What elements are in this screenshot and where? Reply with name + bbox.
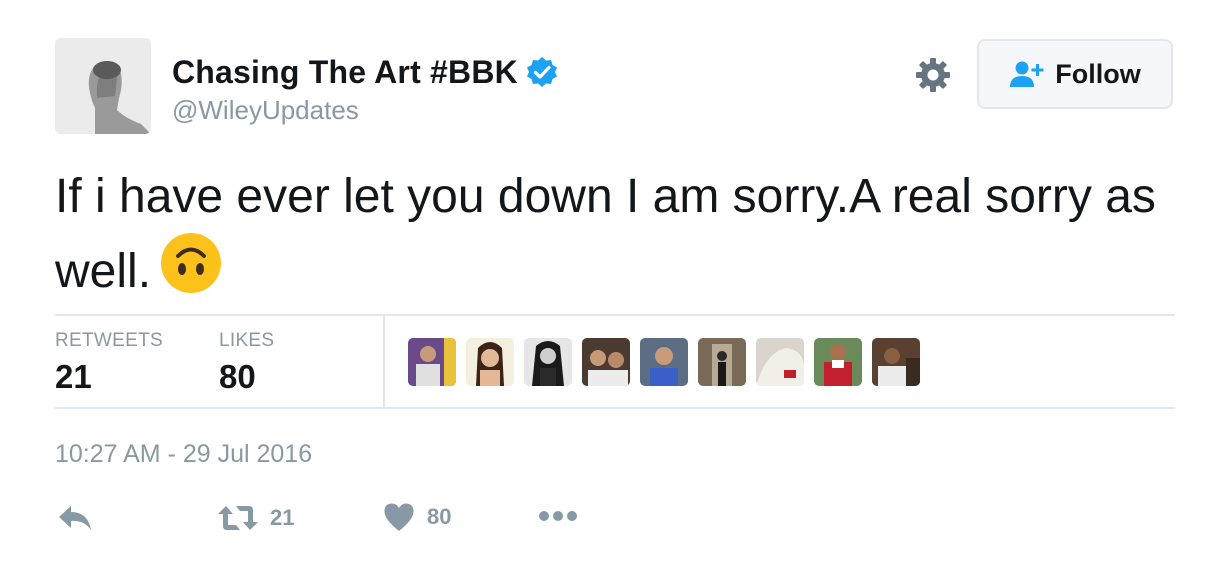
follow-user-icon: [1010, 61, 1044, 87]
liker-avatar[interactable]: [524, 338, 572, 386]
like-action-count: 80: [427, 504, 452, 529]
upside-down-face-emoji-icon: [161, 233, 222, 293]
likes-count[interactable]: 80: [219, 358, 256, 396]
more-button[interactable]: [538, 510, 578, 522]
reply-icon: [59, 506, 91, 530]
liker-avatar[interactable]: [640, 338, 688, 386]
retweet-icon: [218, 506, 258, 530]
liker-avatars: [408, 338, 920, 386]
retweets-count[interactable]: 21: [55, 358, 92, 396]
like-button[interactable]: 80: [383, 502, 451, 532]
follow-button[interactable]: Follow: [977, 39, 1173, 109]
retweet-action-count: 21: [270, 505, 295, 530]
liker-avatar[interactable]: [756, 338, 804, 386]
liker-avatar[interactable]: [582, 338, 630, 386]
author-avatar-image: [55, 38, 151, 134]
heart-icon: [384, 503, 414, 531]
author-avatar[interactable]: [55, 38, 151, 134]
retweets-label[interactable]: RETWEETS: [55, 330, 163, 352]
tweet-text: If i have ever let you down I am sorry.A…: [55, 162, 1185, 306]
liker-avatar[interactable]: [814, 338, 862, 386]
liker-avatar[interactable]: [698, 338, 746, 386]
author-handle[interactable]: @WileyUpdates: [172, 95, 359, 126]
verified-badge-icon: [526, 57, 557, 87]
stats-vertical-divider: [383, 316, 385, 408]
stats-top-divider: [55, 314, 1175, 316]
follow-button-label: Follow: [1055, 58, 1141, 89]
gear-icon[interactable]: [914, 56, 952, 94]
reply-button[interactable]: [58, 504, 92, 532]
more-icon: [539, 511, 577, 521]
liker-avatar[interactable]: [466, 338, 514, 386]
retweet-button[interactable]: 21: [218, 504, 294, 532]
author-name[interactable]: Chasing The Art #BBK: [172, 54, 518, 91]
stats-bottom-divider: [55, 407, 1175, 409]
likes-label[interactable]: LIKES: [219, 330, 274, 352]
liker-avatar[interactable]: [408, 338, 456, 386]
liker-avatar[interactable]: [872, 338, 920, 386]
author-name-row: Chasing The Art #BBK: [172, 52, 558, 92]
tweet-timestamp[interactable]: 10:27 AM - 29 Jul 2016: [55, 440, 312, 469]
